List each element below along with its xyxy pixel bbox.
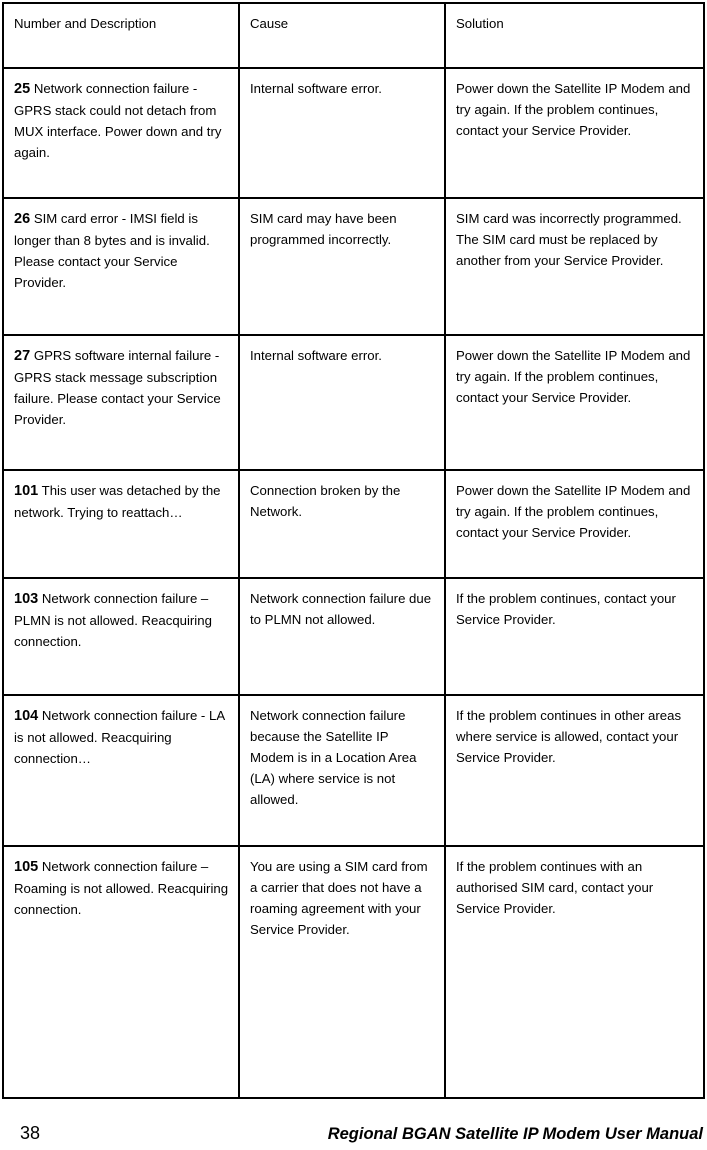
cell-solution: If the problem continues in other areas … <box>444 694 705 847</box>
cell-number-and-description: 25 Network connection failure - GPRS sta… <box>2 67 240 199</box>
cell-solution: Power down the Satellite IP Modem and tr… <box>444 334 705 471</box>
cell-cause: Network connection failure due to PLMN n… <box>238 577 446 696</box>
table-header: Number and Description Cause Solution <box>2 2 705 69</box>
error-description: Network connection failure – PLMN is not… <box>14 591 212 649</box>
error-description: SIM card error - IMSI field is longer th… <box>14 211 210 290</box>
table-row: 25 Network connection failure - GPRS sta… <box>2 67 705 199</box>
error-code: 103 <box>14 591 39 607</box>
table-row: 105 Network connection failure – Roaming… <box>2 845 705 1099</box>
cell-number-and-description: 103 Network connection failure – PLMN is… <box>2 577 240 696</box>
table-header-row: Number and Description Cause Solution <box>2 2 705 69</box>
cell-solution: SIM card was incorrectly programmed. The… <box>444 197 705 336</box>
error-code: 25 <box>14 81 31 97</box>
cell-solution: Power down the Satellite IP Modem and tr… <box>444 469 705 579</box>
cell-cause: Network connection failure because the S… <box>238 694 446 847</box>
cell-number-and-description: 26 SIM card error - IMSI field is longer… <box>2 197 240 336</box>
cell-cause: Internal software error. <box>238 67 446 199</box>
error-description: Network connection failure - GPRS stack … <box>14 81 222 160</box>
cell-solution: If the problem continues, contact your S… <box>444 577 705 696</box>
error-code: 101 <box>14 483 39 499</box>
cell-solution: Power down the Satellite IP Modem and tr… <box>444 67 705 199</box>
cell-number-and-description: 104 Network connection failure - LA is n… <box>2 694 240 847</box>
cell-cause: Internal software error. <box>238 334 446 471</box>
table-row: 26 SIM card error - IMSI field is longer… <box>2 197 705 336</box>
table-row: 27 GPRS software internal failure - GPRS… <box>2 334 705 471</box>
error-description: This user was detached by the network. T… <box>14 483 221 520</box>
column-header-number-and-description: Number and Description <box>2 2 240 69</box>
footer-manual-title: Regional BGAN Satellite IP Modem User Ma… <box>327 1125 703 1143</box>
error-code: 27 <box>14 348 31 364</box>
column-header-solution: Solution <box>444 2 705 69</box>
table-body: 25 Network connection failure - GPRS sta… <box>2 67 705 1099</box>
error-description: GPRS software internal failure - GPRS st… <box>14 348 221 427</box>
cell-cause: SIM card may have been programmed incorr… <box>238 197 446 336</box>
cell-number-and-description: 105 Network connection failure – Roaming… <box>2 845 240 1099</box>
document-page: Number and Description Cause Solution 25… <box>0 0 707 1150</box>
table-row: 104 Network connection failure - LA is n… <box>2 694 705 847</box>
footer-page-number: 38 <box>20 1123 41 1143</box>
error-code-table: Number and Description Cause Solution 25… <box>2 2 705 1099</box>
column-header-cause: Cause <box>238 2 446 69</box>
table-row: 101 This user was detached by the networ… <box>2 469 705 579</box>
table-row: 103 Network connection failure – PLMN is… <box>2 577 705 696</box>
error-code: 104 <box>14 708 39 724</box>
error-code: 105 <box>14 859 39 875</box>
error-code: 26 <box>14 211 31 227</box>
error-description: Network connection failure – Roaming is … <box>14 859 229 917</box>
page-footer: 38 Regional BGAN Satellite IP Modem User… <box>0 1121 707 1147</box>
cell-solution: If the problem continues with an authori… <box>444 845 705 1099</box>
cell-number-and-description: 101 This user was detached by the networ… <box>2 469 240 579</box>
cell-number-and-description: 27 GPRS software internal failure - GPRS… <box>2 334 240 471</box>
error-description: Network connection failure - LA is not a… <box>14 708 225 766</box>
cell-cause: You are using a SIM card from a carrier … <box>238 845 446 1099</box>
cell-cause: Connection broken by the Network. <box>238 469 446 579</box>
